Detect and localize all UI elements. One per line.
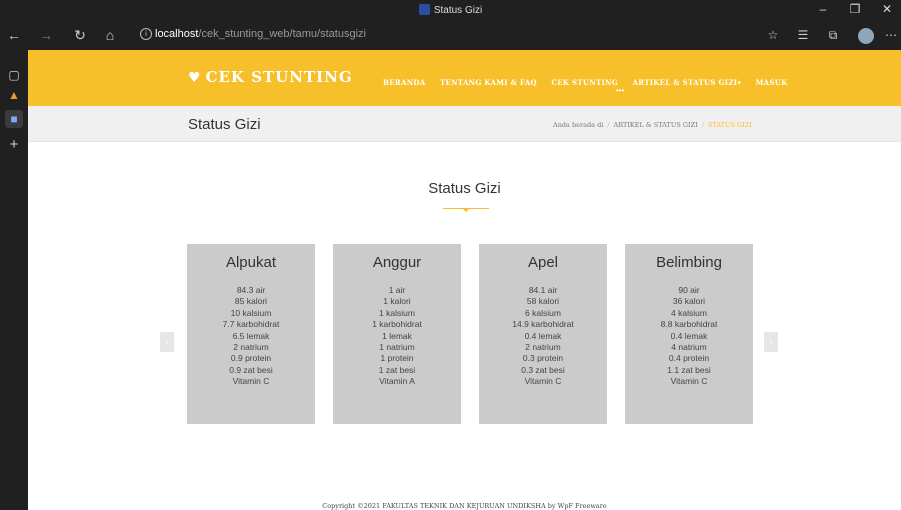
card-title: Belimbing: [656, 254, 722, 271]
menu-item-artikel[interactable]: ARTIKEL & STATUS GIZI: [632, 78, 737, 87]
breadcrumb: Anda berada di / Artikel & Status Gizi / Sta…: [553, 121, 752, 129]
url-path: /cek_stunting_web/tamu/statusgizi: [198, 28, 366, 40]
nutrient-item: 90 air: [678, 285, 700, 295]
nutrient-item: Vitamin C: [524, 376, 562, 387]
tab-title: Status Gizi: [433, 5, 483, 16]
tab-actions-icon[interactable]: ▢: [5, 66, 23, 84]
nutrient-item: Vitamin C: [232, 376, 270, 387]
page-title: Status Gizi: [188, 116, 261, 133]
nutrient-item: 4 kalsium: [671, 307, 707, 318]
title-divider-arrow: [462, 208, 470, 212]
active-tab-favicon-icon[interactable]: ■: [5, 110, 23, 128]
close-icon[interactable]: ✕: [874, 2, 900, 16]
nutrient-item: 0.4 lemak: [524, 330, 562, 341]
nutrient-item: 58 kalori: [526, 296, 560, 307]
nutrient-item: 36 kalori: [672, 296, 706, 307]
nutrient-item: 7.7 karbohidrat: [222, 319, 280, 330]
menu-item-masuk[interactable]: MASUK: [756, 78, 788, 87]
back-arrow-icon[interactable]: ←: [4, 27, 24, 43]
nutrient-item: 1 protein: [380, 353, 414, 364]
nutrient-item: 1 air: [388, 285, 406, 295]
menu-item-tentang-kami[interactable]: TENTANG KAMI & FAQ: [440, 78, 537, 87]
forward-arrow-icon[interactable]: →: [36, 27, 56, 43]
restore-icon[interactable]: ❐: [842, 2, 868, 16]
new-tab-icon[interactable]: +: [5, 136, 23, 154]
nutrient-item: 0.9 zat besi: [229, 364, 273, 375]
nutrient-item: 1 zat besi: [378, 364, 416, 375]
nutrient-item: 6 kalsium: [525, 307, 561, 318]
carousel-next-button[interactable]: ›: [764, 332, 778, 352]
section-title: Status Gizi: [428, 180, 501, 197]
chevron-down-icon: ▾: [737, 78, 742, 87]
nutrient-item: 2 natrium: [233, 342, 269, 353]
footer-copyright: Copyright ©2021 FAKULTAS TEKNIK DAN KEJU…: [322, 502, 607, 510]
card-title: Alpukat: [225, 254, 277, 271]
nutrient-item: Vitamin C: [670, 376, 708, 387]
nutrition-card-alpukat[interactable]: Alpukat 84.3 air 85 kalori 10 kalsium 7.…: [187, 244, 315, 424]
page-title-bar: Status Gizi Anda berada di / Artikel & Sta…: [28, 106, 901, 142]
site-logo[interactable]: ♥ CEK STUNTING: [188, 68, 353, 86]
logo-text: CEK STUNTING: [205, 68, 353, 86]
nutrient-item: 0.4 lemak: [670, 330, 708, 341]
minimize-icon[interactable]: –: [810, 2, 836, 16]
nutrient-list: 1 air 1 kalori 1 kalsium 1 karbohidrat 1…: [333, 285, 461, 388]
nutrient-item: 4 natrium: [671, 342, 707, 353]
breadcrumb-current: Status Gizi: [707, 121, 752, 129]
nutrient-item: 1 karbohidrat: [372, 319, 422, 330]
favicon-icon: [418, 4, 430, 15]
menu-item-cek-stunting[interactable]: CEK STUNTING: [551, 78, 618, 87]
site-header: ♥ CEK STUNTING BERANDA TENTANG KAMI & FAQ…: [28, 50, 901, 106]
nutrient-item: 1.1 zat besi: [667, 364, 711, 375]
nutrient-item: 0.3 protein: [522, 353, 564, 364]
card-title: Anggur: [372, 254, 422, 271]
nutrient-item: 2 natrium: [525, 342, 561, 353]
nutrient-item: 6.5 lemak: [232, 330, 270, 341]
nutrient-list: 84.1 air 58 kalori 6 kalsium 14.9 karboh…: [479, 285, 607, 388]
menu-item-artikel-label: ARTIKEL & STATUS GIZI: [632, 78, 738, 87]
nutrient-item: 1 lemak: [382, 330, 412, 341]
heart-pulse-icon: ♥: [188, 70, 202, 86]
address-field[interactable]: localhost/cek_stunting_web/tamu/statusgi…: [155, 28, 366, 40]
collections-icon[interactable]: ⧉: [824, 28, 842, 43]
nutrient-item: 84.1 air: [528, 285, 558, 295]
nutrition-card-anggur[interactable]: Anggur 1 air 1 kalori 1 kalsium 1 karboh…: [333, 244, 461, 424]
nutrient-item: 0.3 zat besi: [521, 364, 565, 375]
vertical-tab-strip: ▢ ▲ ■ +: [0, 50, 28, 510]
info-icon[interactable]: i: [140, 28, 152, 40]
nutrient-item: 8.8 karbohidrat: [660, 319, 718, 330]
nutrient-item: 84.3 air: [236, 285, 266, 295]
profile-avatar[interactable]: [858, 28, 874, 44]
carousel-prev-button[interactable]: ‹: [160, 332, 174, 352]
nutrition-card-belimbing[interactable]: Belimbing 90 air 36 kalori 4 kalsium 8.8…: [625, 244, 753, 424]
favorite-add-icon[interactable]: ☆: [764, 28, 782, 42]
nutrient-list: 84.3 air 85 kalori 10 kalsium 7.7 karboh…: [187, 285, 315, 388]
tab-favicon-icon[interactable]: ▲: [5, 86, 23, 104]
breadcrumb-parent[interactable]: Artikel & Status Gizi: [614, 121, 698, 129]
nutrient-list: 90 air 36 kalori 4 kalsium 8.8 karbohidr…: [625, 285, 753, 388]
nutrition-card-apel[interactable]: Apel 84.1 air 58 kalori 6 kalsium 14.9 k…: [479, 244, 607, 424]
home-icon[interactable]: ⌂: [100, 27, 120, 43]
browser-toolbar: ← → ↻ ⌂ i localhost/cek_stunting_web/tam…: [0, 22, 901, 50]
nutrient-item: 0.4 protein: [668, 353, 710, 364]
nutrient-item: 1 kalsium: [379, 307, 415, 318]
main-menu: BERANDA TENTANG KAMI & FAQ CEK STUNTING …: [383, 72, 798, 90]
breadcrumb-prefix: Anda berada di: [553, 121, 604, 129]
nutrient-item: 10 kalsium: [230, 307, 272, 318]
nutrient-item: Vitamin A: [379, 376, 415, 387]
url-host: localhost: [155, 28, 199, 40]
more-menu-icon[interactable]: ⋯: [882, 28, 900, 42]
menu-item-beranda[interactable]: BERANDA: [383, 78, 426, 87]
browser-titlebar: Status Gizi – ❐ ✕: [0, 0, 901, 22]
favorites-icon[interactable]: ☰: [794, 28, 812, 42]
nutrient-item: 1 natrium: [379, 342, 415, 353]
card-title: Apel: [527, 254, 559, 271]
nutrient-item: 85 kalori: [234, 296, 268, 307]
web-page: ♥ CEK STUNTING BERANDA TENTANG KAMI & FAQ…: [28, 50, 901, 510]
refresh-icon[interactable]: ↻: [70, 27, 90, 44]
nutrient-item: 1 kalori: [383, 296, 411, 307]
menu-more[interactable]: •••: [616, 86, 624, 95]
browser-tab[interactable]: Status Gizi: [0, 4, 901, 16]
nutrient-item: 0.9 protein: [230, 353, 272, 364]
nutrient-item: 14.9 karbohidrat: [512, 319, 574, 330]
